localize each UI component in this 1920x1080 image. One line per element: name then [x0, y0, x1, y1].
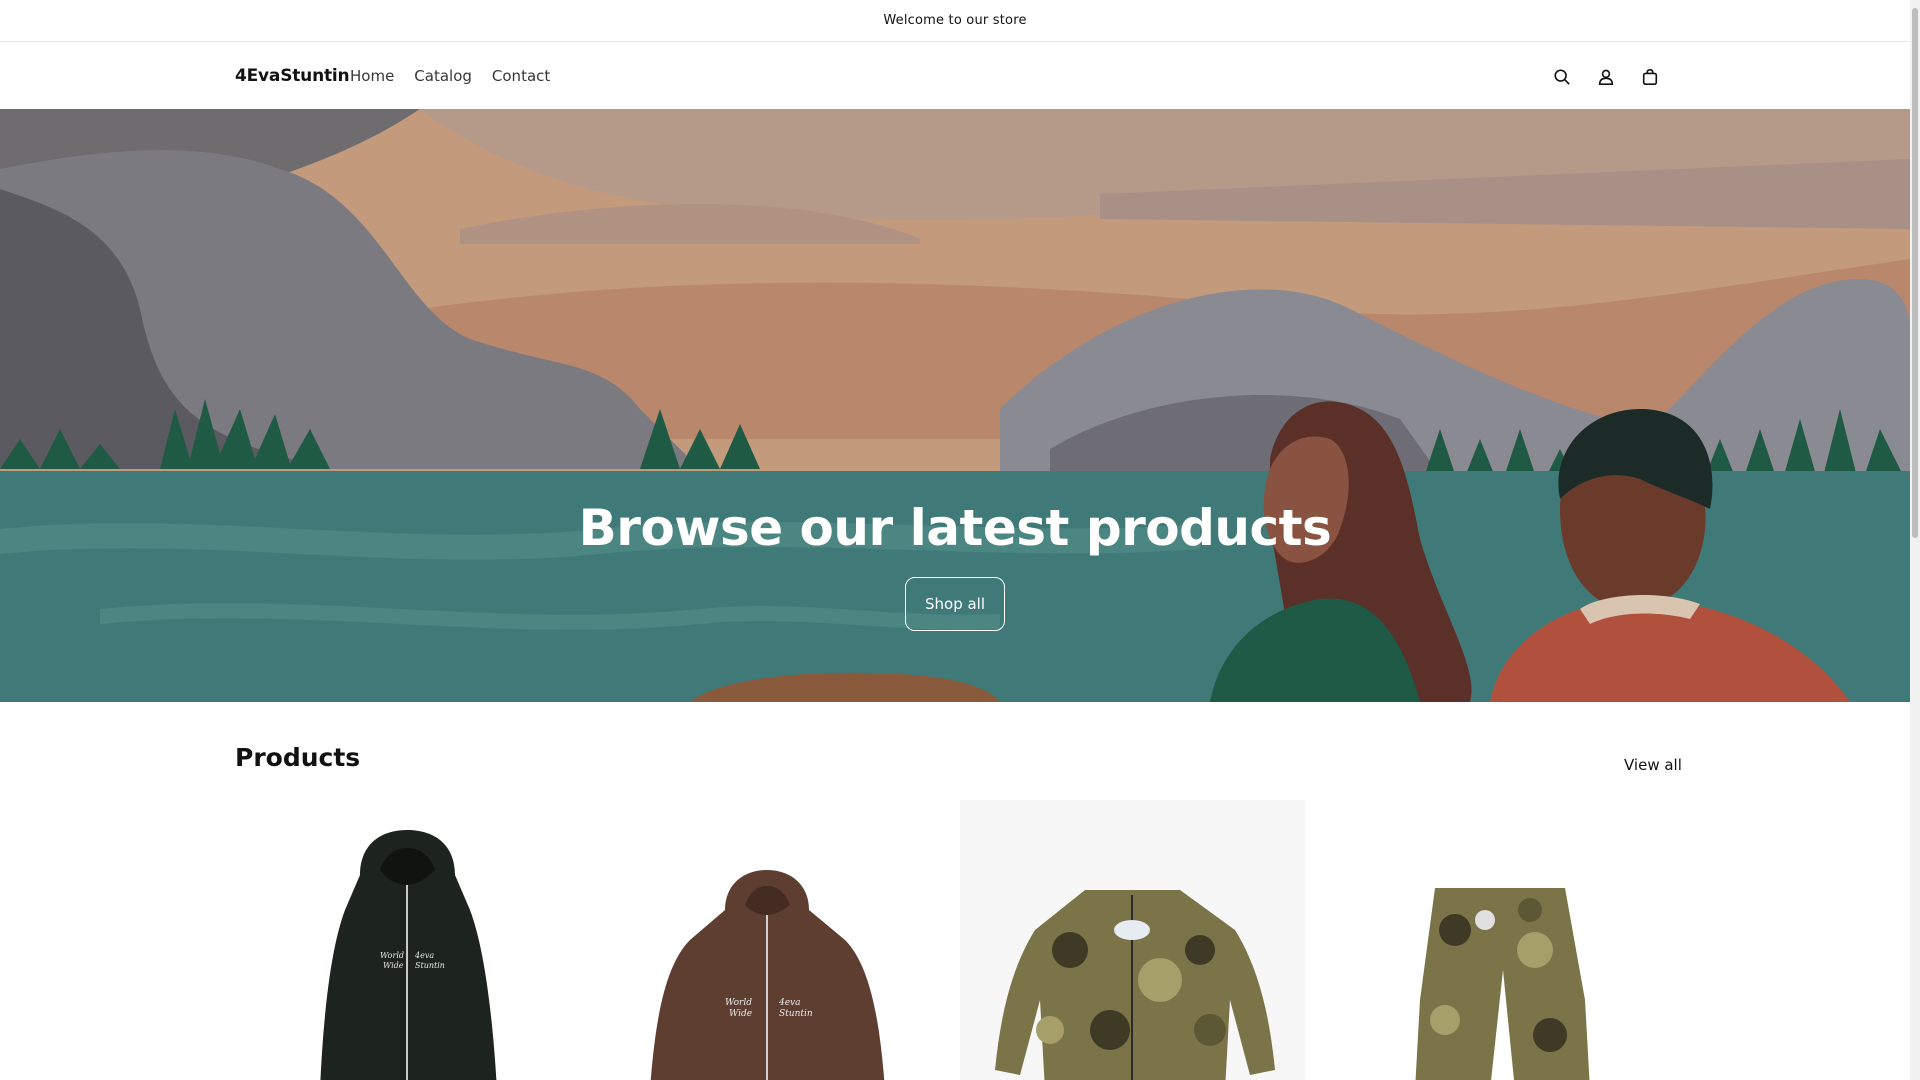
page-scrollbar[interactable]	[1910, 0, 1920, 1080]
svg-text:4eva: 4eva	[414, 951, 434, 960]
header-icons	[1545, 60, 1667, 94]
announcement-text: Welcome to our store	[883, 13, 1027, 28]
product-card[interactable]: World 4eva Wide Stuntin	[235, 800, 580, 1080]
product-grid: World 4eva Wide Stuntin World 4eva Wide …	[235, 800, 1675, 1080]
announcement-bar: Welcome to our store	[0, 0, 1910, 42]
site-header: 4EvaStuntin Home Catalog Contact	[0, 42, 1910, 109]
store-logo[interactable]: 4EvaStuntin	[235, 66, 350, 86]
cart-icon[interactable]	[1633, 60, 1667, 94]
svg-text:Wide: Wide	[729, 1009, 752, 1019]
hero-title: Browse our latest products	[578, 499, 1332, 557]
account-icon[interactable]	[1589, 60, 1623, 94]
svg-text:World: World	[725, 998, 752, 1008]
nav-contact[interactable]: Contact	[492, 67, 550, 85]
svg-text:Wide: Wide	[383, 961, 404, 970]
product-card[interactable]	[1325, 800, 1670, 1080]
scrollbar-thumb[interactable]	[1912, 8, 1918, 538]
camo-track-jacket-image	[960, 800, 1305, 1080]
brown-zip-hoodie-image: World 4eva Wide Stuntin	[595, 800, 940, 1080]
black-zip-hoodie-image: World 4eva Wide Stuntin	[235, 800, 580, 1080]
nav-home[interactable]: Home	[350, 67, 394, 85]
hero-banner: Browse our latest products Shop all	[0, 109, 1910, 702]
products-title: Products	[235, 743, 361, 772]
svg-text:Stuntin: Stuntin	[779, 1009, 813, 1019]
nav-catalog[interactable]: Catalog	[414, 67, 472, 85]
search-icon[interactable]	[1545, 60, 1579, 94]
svg-text:World: World	[380, 951, 404, 960]
svg-text:4eva: 4eva	[778, 998, 801, 1008]
view-all-link[interactable]: View all	[1624, 756, 1682, 774]
product-card[interactable]: World 4eva Wide Stuntin	[595, 800, 940, 1080]
hero-content: Browse our latest products Shop all	[0, 499, 1910, 631]
svg-text:Stuntin: Stuntin	[415, 961, 445, 970]
shop-all-button[interactable]: Shop all	[905, 577, 1005, 631]
main-nav: Home Catalog Contact	[350, 67, 550, 85]
camo-pants-image	[1325, 800, 1670, 1080]
product-card[interactable]	[960, 800, 1305, 1080]
